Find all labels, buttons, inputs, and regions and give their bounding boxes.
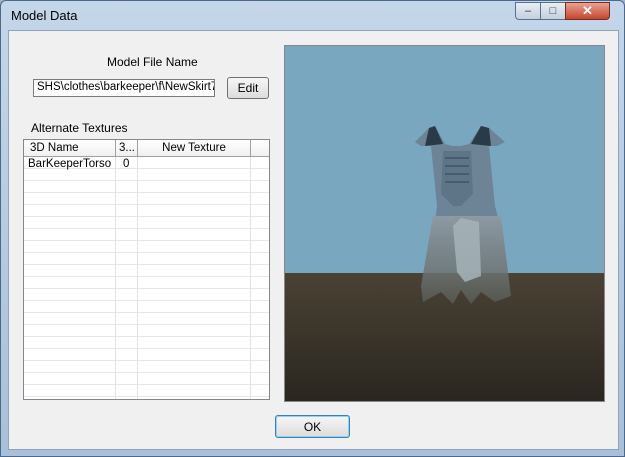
- model-file-name-field[interactable]: SHS\clothes\barkeeper\f\NewSkirt7: [33, 79, 215, 97]
- column-divider: [115, 157, 116, 399]
- cell-3d-name: BarKeeperTorso: [28, 158, 112, 170]
- table-row[interactable]: BarKeeperTorso 0: [24, 158, 269, 172]
- column-divider: [250, 157, 251, 399]
- cell-number: 0: [123, 158, 130, 170]
- column-header-3d-name[interactable]: 3D Name: [24, 140, 116, 156]
- ok-button[interactable]: OK: [275, 415, 350, 438]
- model-file-name-label: Model File Name: [107, 55, 198, 69]
- column-header-number[interactable]: 3...: [116, 140, 138, 156]
- window-title: Model Data: [11, 8, 78, 23]
- maximize-button[interactable]: □: [540, 2, 566, 20]
- alternate-textures-label: Alternate Textures: [31, 121, 128, 135]
- title-bar[interactable]: Model Data – □ ✕: [1, 1, 624, 29]
- minimize-icon: –: [524, 5, 532, 17]
- table-header: 3D Name 3... New Texture: [24, 140, 269, 157]
- column-header-new-texture[interactable]: New Texture: [138, 140, 251, 156]
- close-icon: ✕: [582, 3, 593, 18]
- close-button[interactable]: ✕: [565, 2, 610, 20]
- model-preview-render: [285, 46, 604, 401]
- model-preview-viewport[interactable]: [284, 45, 605, 402]
- alternate-textures-table[interactable]: 3D Name 3... New Texture BarKeeperTorso …: [23, 139, 270, 400]
- table-grid: [24, 157, 269, 399]
- maximize-icon: □: [549, 5, 557, 17]
- edit-button[interactable]: Edit: [227, 77, 269, 99]
- model-data-window: Model Data – □ ✕ Model File Name SHS\clo…: [0, 0, 625, 457]
- dialog-client-area: Model File Name SHS\clothes\barkeeper\f\…: [8, 30, 619, 450]
- column-divider: [137, 157, 138, 399]
- minimize-button[interactable]: –: [515, 2, 541, 20]
